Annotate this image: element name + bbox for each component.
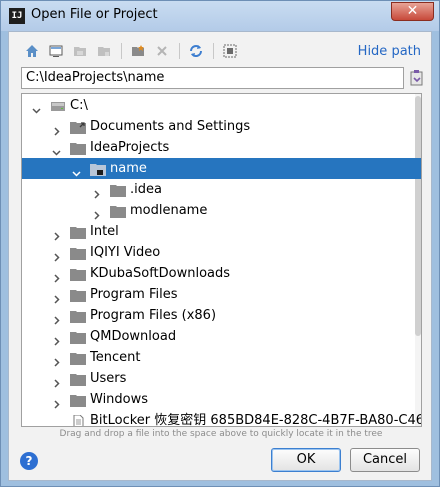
chevron-right-icon[interactable] — [52, 269, 61, 283]
chevron-right-icon[interactable] — [52, 353, 61, 367]
folder-icon — [70, 351, 86, 365]
show-hidden-button[interactable] — [221, 42, 239, 60]
tree-item-label: modlename — [130, 203, 208, 218]
chevron-down-icon[interactable] — [32, 101, 41, 114]
file-tree[interactable]: C:\ Documents and Settings IdeaProjects nam… — [21, 93, 422, 427]
folder-icon — [110, 183, 126, 197]
chevron-right-icon[interactable] — [52, 122, 61, 136]
folder-icon — [70, 330, 86, 344]
dialog-body: Hide path C:\IdeaProjects\name C:\ Docume… — [8, 31, 432, 481]
tree-row-selected[interactable]: name — [22, 158, 421, 179]
chevron-right-icon[interactable] — [52, 248, 61, 262]
chevron-right-icon[interactable] — [52, 395, 61, 409]
folder-shortcut-icon — [70, 120, 86, 134]
window-title: Open File or Project — [31, 7, 158, 22]
tree-row[interactable]: Program Files — [22, 284, 421, 305]
refresh-button[interactable] — [187, 42, 205, 60]
toolbar-separator — [179, 43, 180, 59]
tree-item-label: IdeaProjects — [90, 140, 170, 155]
folder-icon — [70, 288, 86, 302]
chevron-down-icon[interactable] — [52, 143, 61, 156]
tree-row[interactable]: C:\ — [22, 95, 421, 116]
text-file-icon — [70, 414, 86, 426]
tree-row[interactable]: Intel — [22, 221, 421, 242]
chevron-right-icon[interactable] — [52, 290, 61, 304]
show-hidden-icon — [223, 44, 237, 58]
tree-item-label: IQIYI Video — [90, 245, 161, 260]
tree-row[interactable]: Tencent — [22, 347, 421, 368]
hide-path-link[interactable]: Hide path — [358, 44, 421, 59]
close-button[interactable]: ✕ — [391, 2, 434, 21]
tree-row[interactable]: .idea — [22, 179, 421, 200]
toolbar-separator — [121, 43, 122, 59]
module-button[interactable] — [95, 42, 113, 60]
project-folder-icon — [90, 162, 106, 176]
tree-item-label: Tencent — [90, 350, 141, 365]
folder-icon — [70, 225, 86, 239]
title-bar[interactable]: IJ Open File or Project ✕ — [1, 1, 439, 31]
tree-row[interactable]: IQIYI Video — [22, 242, 421, 263]
tree-row[interactable]: BitLocker 恢复密钥 685BD84E-828C-4B7F-BA80-C… — [22, 410, 421, 427]
tree-item-label: C:\ — [70, 98, 88, 113]
cancel-button[interactable]: Cancel — [350, 448, 420, 472]
home-icon — [26, 45, 38, 57]
tree-row[interactable]: IdeaProjects — [22, 137, 421, 158]
tree-item-label: name — [110, 161, 147, 176]
chevron-right-icon[interactable] — [92, 206, 101, 220]
folder-icon — [70, 267, 86, 281]
folder-icon — [70, 393, 86, 407]
tree-row[interactable]: Windows — [22, 389, 421, 410]
help-button[interactable]: ? — [20, 452, 38, 470]
desktop-button[interactable] — [47, 42, 65, 60]
chevron-right-icon[interactable] — [52, 332, 61, 346]
tree-item-label: .idea — [130, 182, 162, 197]
new-folder-icon — [132, 45, 144, 56]
path-input[interactable]: C:\IdeaProjects\name — [21, 67, 404, 89]
tree-row[interactable]: QMDownload — [22, 326, 421, 347]
history-dropdown-icon — [410, 70, 423, 86]
module-icon — [98, 47, 110, 56]
chevron-right-icon[interactable] — [52, 227, 61, 241]
folder-icon — [70, 246, 86, 260]
desktop-icon — [49, 45, 63, 57]
chevron-down-icon[interactable] — [72, 164, 81, 177]
tree-item-label: KDubaSoftDownloads — [90, 266, 231, 281]
tree-item-label: Intel — [90, 224, 119, 239]
tree-item-label: BitLocker 恢复密钥 685BD84E-828C-4B7F-BA80-C… — [90, 413, 421, 427]
delete-icon — [157, 46, 167, 56]
tree-item-label: Windows — [90, 392, 149, 407]
path-history-button[interactable] — [409, 69, 425, 87]
tree-row[interactable]: Users — [22, 368, 421, 389]
drag-drop-hint: Drag and drop a file into the space abov… — [59, 429, 383, 439]
chevron-right-icon[interactable] — [52, 311, 61, 325]
tree-row[interactable]: Documents and Settings — [22, 116, 421, 137]
folder-icon — [70, 141, 86, 155]
project-icon — [74, 47, 86, 56]
refresh-icon — [190, 45, 202, 57]
tree-row[interactable]: modlename — [22, 200, 421, 221]
home-button[interactable] — [23, 42, 41, 60]
tree-item-label: Program Files (x86) — [90, 308, 217, 323]
tree-row[interactable]: Program Files (x86) — [22, 305, 421, 326]
tree-row[interactable]: KDubaSoftDownloads — [22, 263, 421, 284]
tree-item-label: Program Files — [90, 287, 178, 302]
delete-button[interactable] — [153, 42, 171, 60]
new-folder-button[interactable] — [129, 42, 147, 60]
tree-item-label: Users — [90, 371, 127, 386]
folder-icon — [70, 309, 86, 323]
drive-icon — [50, 99, 66, 112]
project-button[interactable] — [71, 42, 89, 60]
toolbar-separator — [213, 43, 214, 59]
dialog-window: IJ Open File or Project ✕ Hide path C:\I… — [0, 0, 440, 487]
intellij-app-icon: IJ — [9, 8, 25, 24]
folder-icon — [110, 204, 126, 218]
chevron-right-icon[interactable] — [52, 374, 61, 388]
tree-item-label: QMDownload — [90, 329, 177, 344]
tree-item-label: Documents and Settings — [90, 119, 251, 134]
toolbar — [23, 40, 253, 64]
chevron-right-icon[interactable] — [92, 185, 101, 199]
ok-button[interactable]: OK — [271, 448, 341, 472]
folder-icon — [70, 372, 86, 386]
